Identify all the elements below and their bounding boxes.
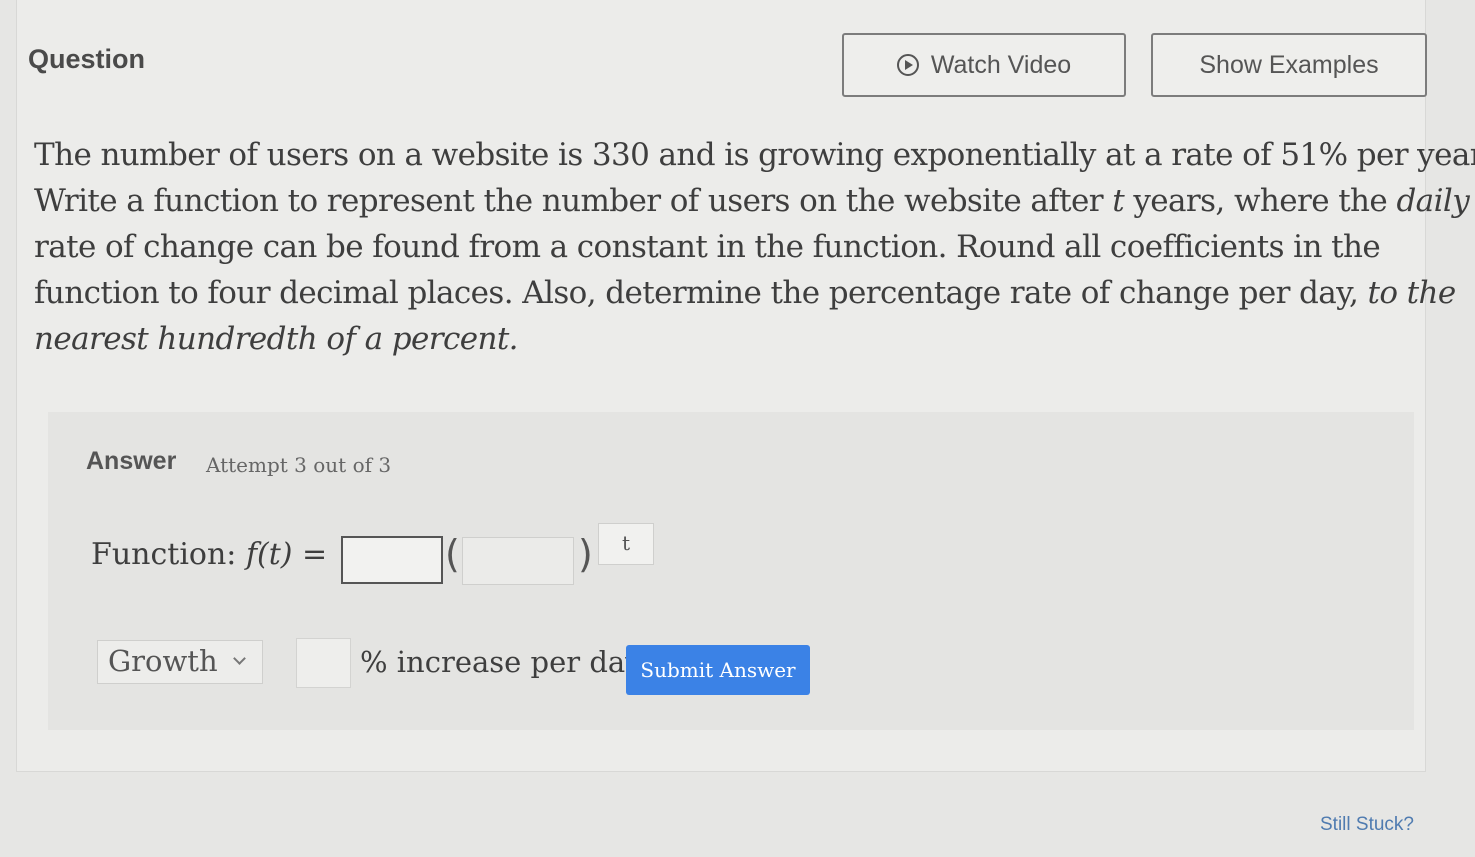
paren-close: ) [578, 532, 593, 576]
exponent-box: t [598, 523, 654, 565]
coefficient-input[interactable] [341, 536, 443, 584]
base-input[interactable] [462, 537, 574, 585]
attempt-counter: Attempt 3 out of 3 [206, 453, 392, 477]
variable-t: t [1112, 183, 1125, 219]
play-icon [896, 54, 919, 76]
problem-text: The number of users on a website is 330 … [34, 132, 1475, 362]
percent-input[interactable] [296, 638, 351, 688]
watch-video-label: Watch Video [930, 50, 1072, 79]
show-examples-button[interactable]: Show Examples [1151, 33, 1427, 97]
paren-open: ( [445, 532, 460, 576]
problem-line-2-text: Write a function to represent the number… [34, 183, 1113, 219]
function-prefix: Function: [91, 537, 246, 572]
show-examples-label: Show Examples [1199, 50, 1379, 79]
problem-line-3: rate of change can be found from a const… [34, 229, 1381, 265]
emphasis-nearest-hundredth: nearest hundredth of a percent. [34, 321, 519, 357]
chevron-down-icon [233, 652, 246, 665]
question-label: Question [28, 44, 146, 74]
growth-decay-select[interactable]: Growth [97, 640, 263, 684]
equals-sign: = [292, 537, 328, 572]
problem-line-2-text-b: years, where the [1124, 183, 1397, 219]
answer-label: Answer [86, 447, 177, 475]
emphasis-to-the: to the [1367, 275, 1456, 311]
select-value: Growth [108, 644, 218, 678]
submit-answer-label: Submit Answer [640, 658, 796, 682]
still-stuck-link[interactable]: Still Stuck? [1320, 814, 1414, 836]
problem-line-1: The number of users on a website is 330 … [34, 137, 1475, 173]
submit-answer-button[interactable]: Submit Answer [626, 645, 810, 695]
problem-line-5: nearest hundredth of a percent. [34, 316, 1414, 362]
function-notation: f(t) [245, 537, 293, 572]
function-label: Function: f(t) = [91, 537, 327, 572]
problem-line-4-text: function to four decimal places. Also, d… [34, 275, 1368, 311]
emphasis-daily: daily [1396, 183, 1470, 219]
problem-line-2: Write a function to represent the number… [34, 178, 1470, 224]
percent-suffix-label: % increase per day [360, 645, 642, 679]
watch-video-button[interactable]: Watch Video [842, 33, 1126, 97]
problem-line-4: function to four decimal places. Also, d… [34, 270, 1456, 316]
